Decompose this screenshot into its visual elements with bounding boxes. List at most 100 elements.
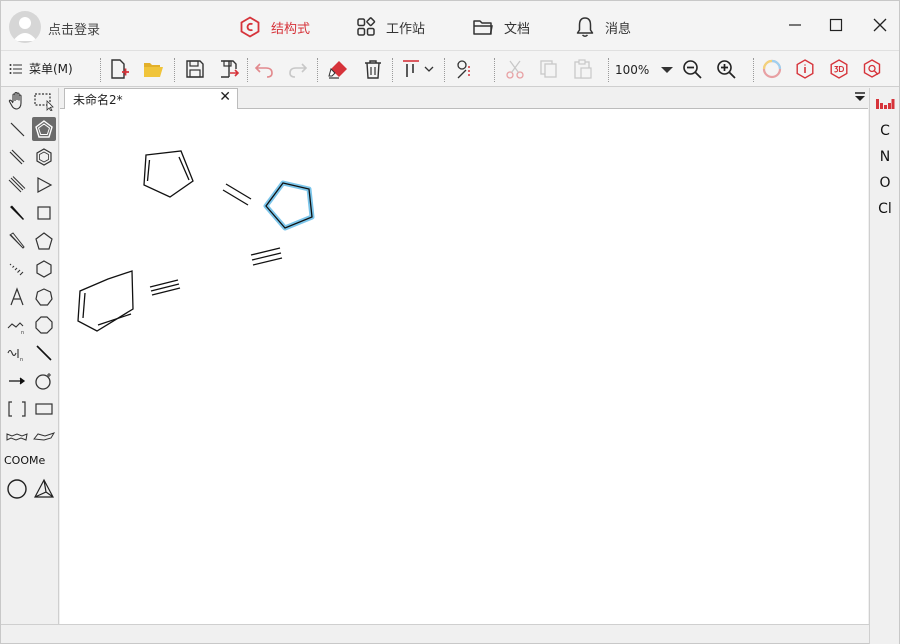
element-carbon-button[interactable]: C (870, 123, 900, 139)
periodic-table-button[interactable] (870, 96, 900, 114)
element-oxygen-button[interactable]: O (870, 175, 900, 191)
delete-button[interactable] (361, 57, 385, 81)
hand-icon (8, 91, 22, 110)
text-tool[interactable] (5, 285, 29, 309)
zoom-out-button[interactable] (680, 57, 704, 81)
save-as-button[interactable] (217, 57, 241, 81)
status-bar (1, 624, 869, 643)
tool-palette: n n COOMe (1, 88, 59, 624)
tetrahedron-tool[interactable] (32, 477, 56, 501)
redo-button[interactable] (286, 57, 310, 81)
single-bond-tool[interactable] (5, 117, 29, 141)
pentagon-ring-icon (35, 120, 53, 138)
main-toolbar: 菜单(M) 100% (1, 50, 899, 87)
ethylene-fragment[interactable] (222, 183, 252, 206)
drawing-canvas[interactable] (60, 109, 868, 624)
acetylene-fragment[interactable] (250, 247, 283, 266)
cycloheptane-tool[interactable] (32, 285, 56, 309)
tab-documents[interactable]: 文档 (472, 15, 530, 39)
hollow-wedge-tool[interactable] (5, 229, 29, 253)
flip-button[interactable] (452, 57, 476, 81)
eraser-button[interactable] (326, 57, 350, 81)
wavy-chain-tool[interactable]: n (5, 341, 29, 365)
undo-icon (254, 63, 273, 78)
tab-messages-label: 消息 (605, 21, 632, 37)
save-button[interactable] (183, 57, 207, 81)
minimize-button[interactable] (783, 13, 807, 37)
toolbar-divider (392, 58, 393, 82)
bracket-tool[interactable] (5, 397, 29, 421)
boat-conformer-tool[interactable] (32, 425, 56, 449)
view-3d-button[interactable] (827, 57, 851, 81)
boat-icon (33, 432, 55, 441)
save-as-icon (221, 60, 240, 78)
hollow-wedge-icon (9, 232, 25, 249)
zoom-select[interactable]: 100% (615, 60, 673, 80)
pentagon-tool[interactable] (32, 229, 56, 253)
line-tool[interactable] (32, 341, 56, 365)
chair-conformer-tool[interactable] (5, 425, 29, 449)
tab-menu-icon (855, 92, 865, 101)
chain-tool[interactable]: n (5, 313, 29, 337)
wedge-bond-tool[interactable] (5, 201, 29, 225)
hashed-bond-tool[interactable] (5, 257, 29, 281)
minimize-icon (789, 24, 801, 26)
double-bond-tool[interactable] (5, 145, 29, 169)
copy-button[interactable] (537, 57, 561, 81)
arrow-tool[interactable] (5, 369, 29, 393)
hexagon-icon (36, 260, 52, 278)
cyclopropane-tool[interactable] (32, 173, 56, 197)
cyclohexadiene-molecule[interactable] (77, 270, 134, 332)
document-tab-strip: 未命名2* ✕ (60, 88, 868, 109)
login-link[interactable]: 点击登录 (48, 19, 100, 38)
align-dropdown-button[interactable] (421, 57, 437, 81)
tab-messages[interactable]: 消息 (575, 15, 631, 39)
color-wheel-icon (762, 59, 782, 79)
orbital-tool[interactable] (32, 369, 56, 393)
user-icon (13, 17, 37, 41)
search-structure-icon (863, 59, 881, 78)
new-file-button[interactable] (107, 57, 131, 81)
element-nitrogen-button[interactable]: N (870, 149, 900, 165)
benzene-tool[interactable] (32, 145, 56, 169)
close-tab-icon[interactable]: ✕ (219, 89, 231, 105)
select-tool[interactable] (32, 89, 56, 113)
menu-button[interactable]: 菜单(M) (9, 60, 73, 77)
menu-label: 菜单(M) (29, 62, 73, 76)
cut-button[interactable] (503, 57, 527, 81)
paste-button[interactable] (571, 57, 595, 81)
toolbar-divider (608, 58, 609, 82)
selected-cyclopentane-molecule[interactable] (263, 180, 315, 231)
cyclooctane-tool[interactable] (32, 313, 56, 337)
zoom-value: 100% (615, 63, 650, 77)
element-chlorine-button[interactable]: Cl (870, 201, 900, 217)
hexagon-tool[interactable] (32, 257, 56, 281)
maximize-button[interactable] (824, 13, 848, 37)
info-button[interactable] (793, 57, 817, 81)
rectangle-tool[interactable] (32, 397, 56, 421)
triple-bond-tool[interactable] (5, 173, 29, 197)
tab-structure[interactable]: 结构式 (239, 15, 310, 39)
functional-group-tool[interactable]: COOMe (4, 454, 45, 467)
pan-tool[interactable] (5, 89, 29, 113)
search-structure-button[interactable] (861, 57, 885, 81)
close-icon (873, 18, 887, 32)
cyclobutane-tool[interactable] (32, 201, 56, 225)
color-button[interactable] (760, 57, 784, 81)
cyclopentane-tool[interactable] (32, 117, 56, 141)
caret-down-icon (661, 67, 673, 73)
cyclopentadiene-molecule[interactable] (143, 150, 194, 198)
chair-icon (6, 433, 28, 441)
close-button[interactable] (868, 13, 892, 37)
bracket-icon (8, 401, 26, 417)
avatar[interactable] (9, 11, 41, 43)
document-tab[interactable]: 未命名2* ✕ (64, 88, 238, 109)
open-folder-button[interactable] (141, 57, 165, 81)
circle-tool[interactable] (5, 477, 29, 501)
tab-menu-button[interactable] (854, 91, 866, 107)
align-button[interactable] (399, 57, 423, 81)
ethynyl-fragment[interactable] (149, 279, 181, 296)
tab-workstation[interactable]: 工作站 (356, 15, 425, 39)
zoom-in-button[interactable] (714, 57, 738, 81)
undo-button[interactable] (252, 57, 276, 81)
